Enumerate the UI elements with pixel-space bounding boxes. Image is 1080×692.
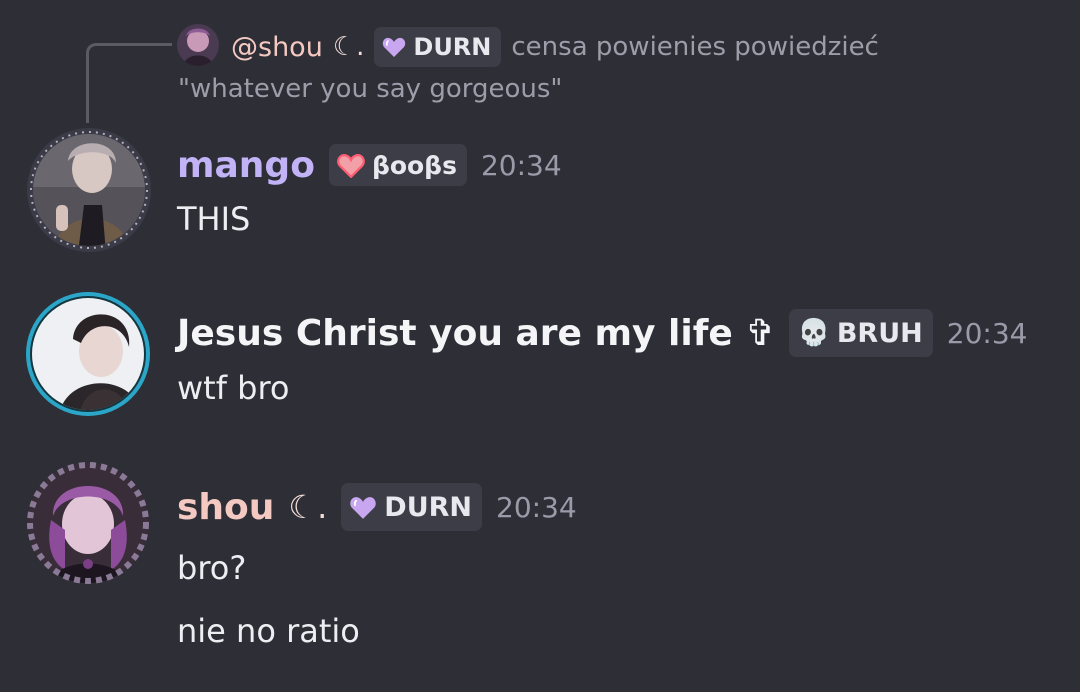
role-tag[interactable]: 💀 BRUH — [789, 309, 933, 357]
reply-preview[interactable]: @shou ☾. DURN censa powienies powiedzieć — [231, 26, 879, 68]
reply-role-label: DURN — [413, 33, 492, 61]
avatar-shou[interactable] — [25, 460, 151, 586]
message-text: bro? — [177, 549, 247, 587]
author-name[interactable]: mango — [177, 145, 315, 186]
author-name[interactable]: Jesus Christ you are my life ✞ — [177, 313, 775, 354]
message-header: Jesus Christ you are my life ✞ 💀 BRUH 20… — [177, 307, 1027, 359]
role-tag[interactable]: DURN — [341, 483, 483, 531]
message-text: nie no ratio — [177, 612, 360, 650]
red-heart-icon — [337, 153, 365, 178]
avatar-mango[interactable] — [26, 127, 152, 253]
role-tag-label: DURN — [384, 491, 473, 523]
reply-author-avatar[interactable] — [177, 24, 219, 66]
timestamp[interactable]: 20:34 — [947, 317, 1028, 350]
reply-role-tag[interactable]: DURN — [374, 27, 502, 67]
skull-icon: 💀 — [797, 318, 830, 348]
avatar-jesus-christ[interactable] — [25, 291, 151, 417]
reply-preview-text-continued: "whatever you say gorgeous" — [178, 74, 563, 104]
message-text: THIS — [177, 200, 251, 238]
message-header: shou ☾. DURN 20:34 — [177, 481, 577, 533]
author-decoration: ☾. — [288, 488, 328, 526]
author-name[interactable]: shou — [177, 487, 274, 528]
reply-author-decoration: ☾. — [332, 32, 365, 62]
message-text: wtf bro — [177, 369, 290, 407]
role-tag-label: BRUH — [836, 317, 923, 349]
message-header: mango βooβs 20:34 — [177, 139, 562, 191]
purple-heart-icon — [383, 37, 406, 57]
timestamp[interactable]: 20:34 — [496, 491, 577, 524]
reply-author-name[interactable]: @shou — [231, 32, 323, 63]
role-tag-label: βooβs — [371, 150, 457, 180]
reply-connector-line — [86, 43, 172, 123]
reply-preview-text: censa powienies powiedzieć — [511, 32, 879, 62]
role-tag[interactable]: βooβs — [328, 144, 467, 186]
purple-heart-icon — [350, 496, 377, 519]
timestamp[interactable]: 20:34 — [481, 149, 562, 182]
